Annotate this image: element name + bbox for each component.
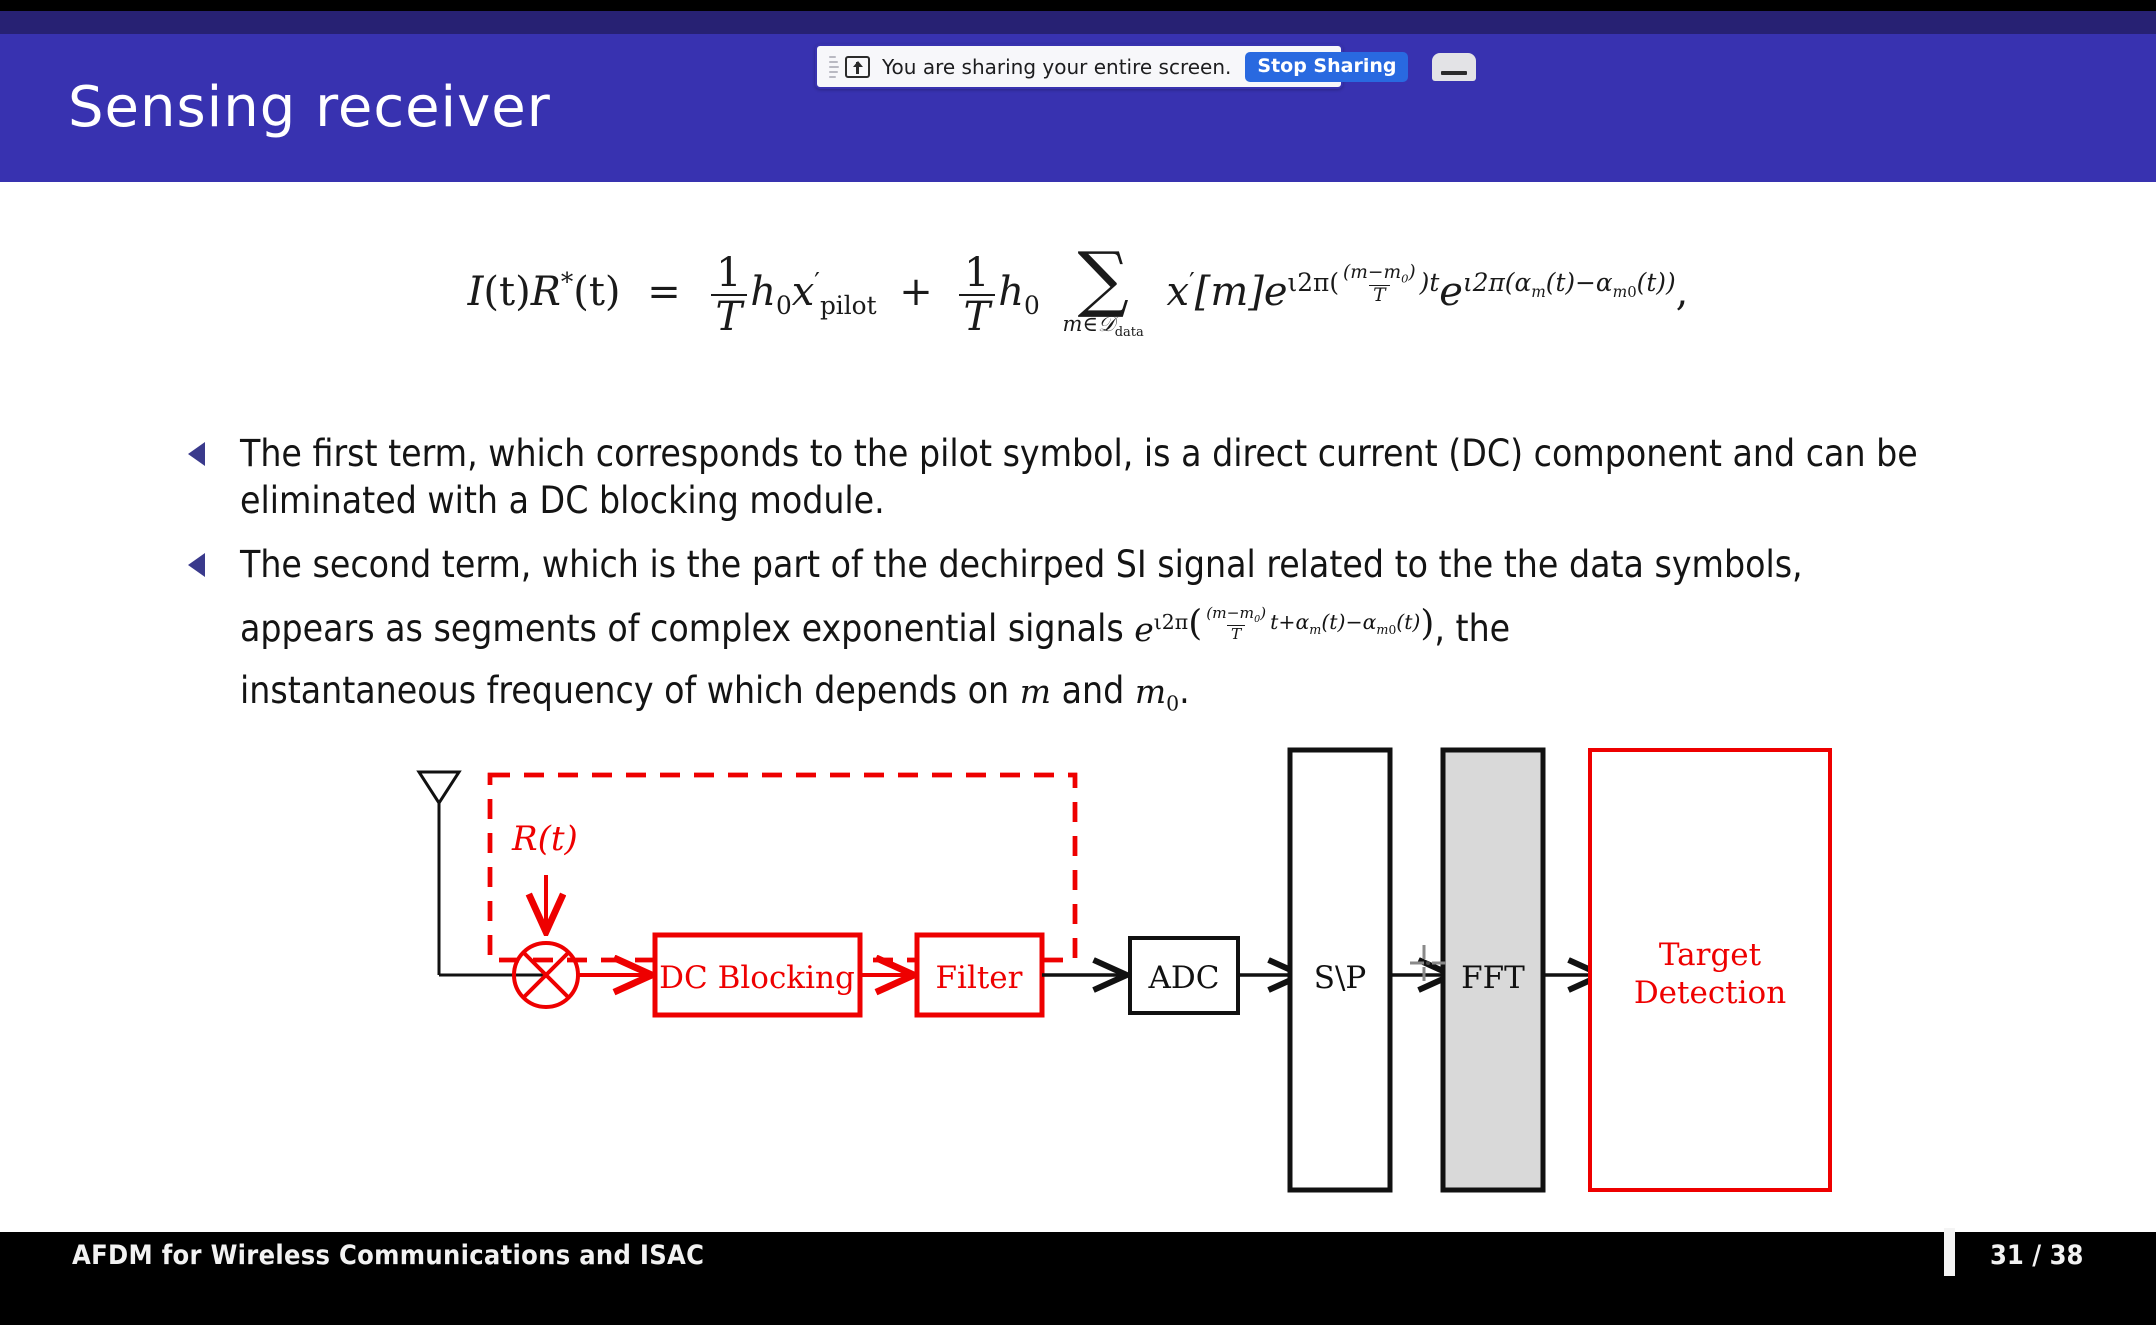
analog-frontend-dashed-box bbox=[490, 775, 1075, 960]
sensing-receiver-block-diagram: R(t) DC Blocking Filter ADC S\P FFT Targ… bbox=[0, 735, 2156, 1210]
eq-fraction-1: 1 T bbox=[710, 249, 748, 338]
bullet-2-var-m0: m0 bbox=[1134, 672, 1180, 717]
footer-title: AFDM for Wireless Communications and ISA… bbox=[72, 1240, 705, 1271]
eq-h0-b: h bbox=[998, 268, 1024, 315]
eq-lhs-t2: (t) bbox=[573, 268, 621, 315]
eq-comma: , bbox=[1675, 268, 1689, 315]
eq-exp2-e: e bbox=[1439, 268, 1463, 315]
eq-sum-symbol: ∑ bbox=[1077, 236, 1129, 320]
bullet-item-1: The first term, which corresponds to the… bbox=[0, 430, 2156, 525]
drag-grip-icon[interactable] bbox=[829, 54, 839, 80]
analog-frontend-dashed-group bbox=[487, 772, 1078, 963]
eq-h0: h bbox=[750, 268, 776, 315]
share-status-text: You are sharing your entire screen. bbox=[882, 54, 1232, 79]
diagram-label-filter: Filter bbox=[936, 960, 1023, 996]
bullet-2-var-m: m bbox=[1019, 672, 1052, 712]
eq-lhs-I: I bbox=[467, 268, 484, 315]
eq-fraction-2: 1 T bbox=[958, 249, 996, 338]
eq-h0-b-sub: 0 bbox=[1023, 290, 1040, 320]
page-title: Sensing receiver bbox=[68, 75, 551, 140]
bullet-item-2: The second term, which is the part of th… bbox=[0, 541, 2156, 717]
bullet-2-inline-equation: eι2π((m−m0) Tt+αm(t)−αm0(t)) bbox=[1134, 602, 1435, 650]
left-triangle-bullet-icon bbox=[188, 552, 205, 577]
eq-summation: ∑ m∈𝒟data bbox=[1062, 236, 1144, 340]
bullet-2-line-3: instantaneous frequency of which depends… bbox=[240, 667, 2026, 717]
bullet-2-line-1: The second term, which is the part of th… bbox=[240, 542, 1803, 586]
main-equation: I(t)R*(t) = 1 T h0x′pilot + 1 T h0 ∑ m∈𝒟… bbox=[0, 236, 2156, 340]
eq-frac1-numerator: 1 bbox=[716, 249, 742, 296]
minimize-icon[interactable] bbox=[1432, 52, 1477, 81]
footer-divider bbox=[1944, 1228, 1955, 1276]
eq-sum-limit: m∈𝒟data bbox=[1062, 311, 1144, 340]
eq-xm-bracket: [m] bbox=[1194, 268, 1264, 315]
bullet-2-line-2-pre: appears as segments of complex exponenti… bbox=[240, 607, 1124, 651]
share-screen-icon bbox=[845, 55, 870, 78]
eq-frac2-numerator: 1 bbox=[964, 249, 990, 296]
bullet-list: The first term, which corresponds to the… bbox=[0, 430, 2156, 717]
top-dark-blue-band bbox=[0, 11, 2156, 34]
screen-share-toolbar[interactable]: You are sharing your entire screen. Stop… bbox=[815, 44, 1477, 89]
eq-xprime: x bbox=[791, 268, 815, 315]
bullet-2-line-3-and: and bbox=[1061, 669, 1125, 713]
diagram-label-dc-blocking: DC Blocking bbox=[659, 960, 855, 996]
eq-plus: + bbox=[899, 268, 933, 315]
diagram-label-rt: R(t) bbox=[511, 819, 578, 859]
bullet-1-text: The first term, which corresponds to the… bbox=[240, 432, 1918, 523]
bullet-2-line-2: appears as segments of complex exponenti… bbox=[240, 600, 2026, 657]
eq-xm: x bbox=[1166, 268, 1190, 315]
eq-frac2-denominator: T bbox=[958, 293, 996, 338]
diagram-label-adc: ADC bbox=[1148, 960, 1220, 996]
diagram-label-detection: Detection bbox=[1634, 975, 1786, 1011]
eq-pilot-sub: pilot bbox=[819, 290, 877, 320]
eq-h0-sub: 0 bbox=[775, 290, 792, 320]
diagram-label-target: Target bbox=[1659, 937, 1762, 973]
eq-frac1-denominator: T bbox=[710, 293, 748, 338]
eq-exp1-e: e bbox=[1263, 268, 1288, 315]
slide-page: Sensing receiver You are sharing your en… bbox=[0, 0, 2156, 1325]
diagram-label-fft: FFT bbox=[1461, 960, 1525, 996]
antenna-icon bbox=[416, 770, 545, 977]
page-number: 31 / 38 bbox=[1990, 1240, 2084, 1271]
eq-lhs-star: * bbox=[560, 267, 574, 297]
stop-sharing-button[interactable]: Stop Sharing bbox=[1245, 51, 1409, 82]
eq-lhs-R: R bbox=[530, 268, 561, 315]
eq-exp2-exponent: ι2π(αm(t)−αm0(t)) bbox=[1462, 267, 1676, 301]
left-triangle-bullet-icon bbox=[188, 442, 205, 466]
diagram-label-s-p: S\P bbox=[1314, 960, 1367, 996]
eq-exp1-exponent: ι2π((m−m0) T)t bbox=[1287, 261, 1440, 306]
bullet-2-period: . bbox=[1179, 669, 1190, 713]
eq-equals: = bbox=[647, 268, 681, 315]
top-black-band bbox=[0, 0, 2156, 11]
eq-lhs-t: (t) bbox=[483, 268, 531, 315]
bullet-2-line-2-post: , the bbox=[1434, 607, 1511, 651]
bullet-2-line-3-pre: instantaneous frequency of which depends… bbox=[240, 669, 1010, 713]
